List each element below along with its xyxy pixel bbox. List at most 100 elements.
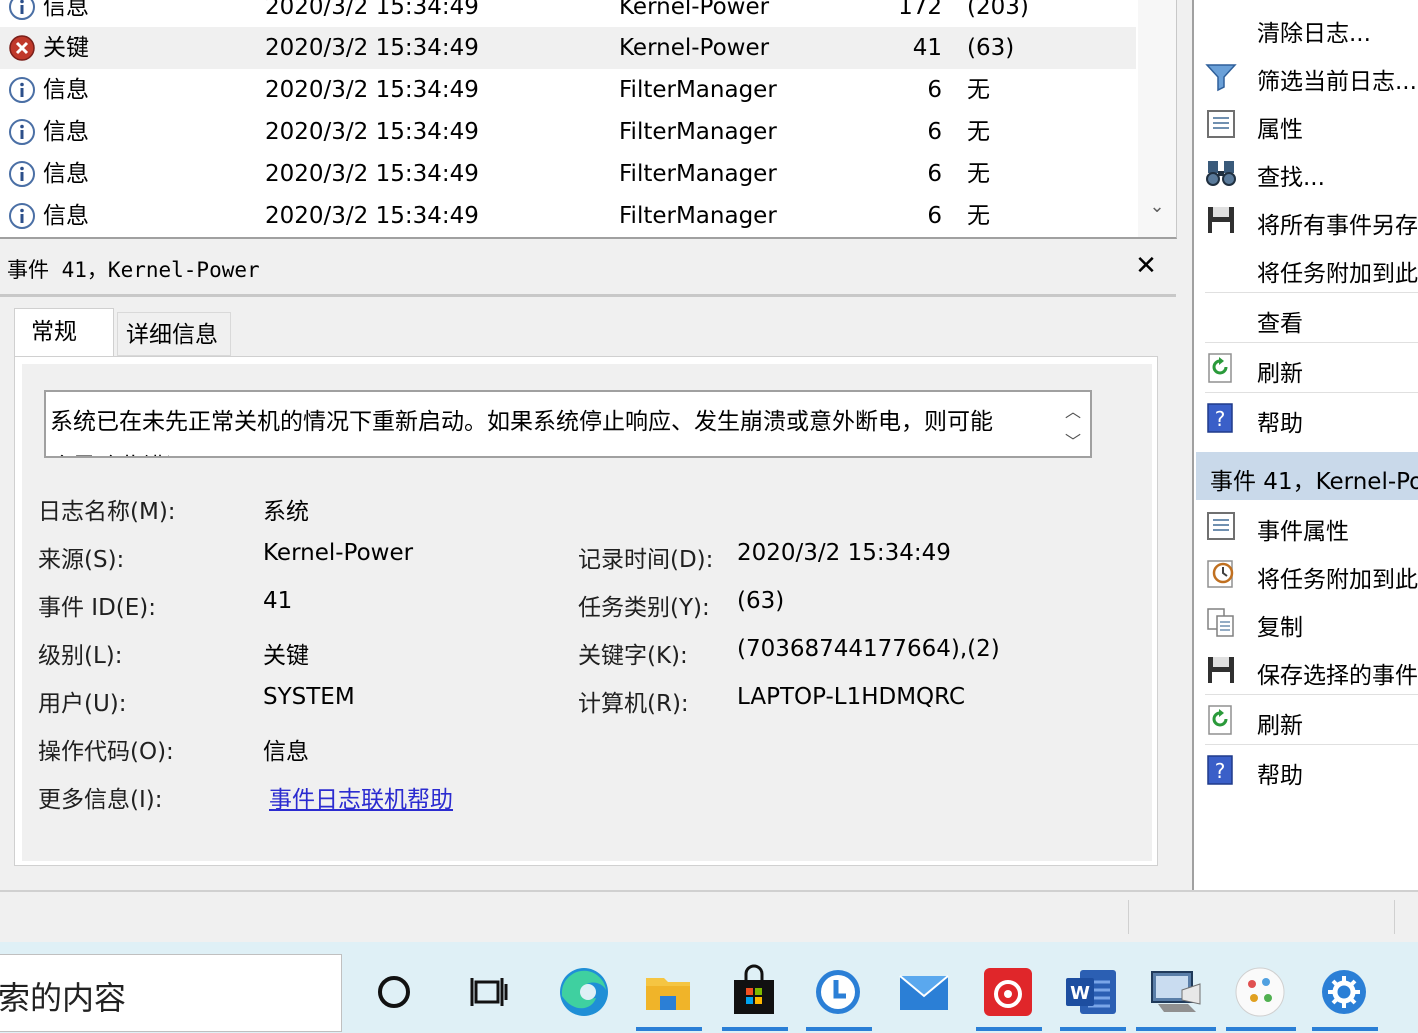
logged-label: 记录时间(D): xyxy=(578,547,714,573)
event-viewer-icon[interactable] xyxy=(1144,960,1208,1024)
event-row[interactable]: 信息 2020/3/2 15:34:49 FilterManager 6 无 xyxy=(0,111,1136,153)
action-label: 刷新 xyxy=(1257,361,1303,387)
action-clear-log[interactable]: 清除日志... xyxy=(1205,4,1418,52)
mail-icon[interactable] xyxy=(892,960,956,1024)
active-indicator xyxy=(1136,1027,1216,1031)
event-task: 无 xyxy=(967,161,990,187)
event-row[interactable]: 信息 2020/3/2 15:34:49 FilterManager 6 无 xyxy=(0,153,1136,195)
event-id-value: 41 xyxy=(263,588,293,614)
active-indicator xyxy=(806,1027,872,1031)
taskbar-search-box[interactable]: 索的内容 xyxy=(0,954,342,1032)
action-attach-task-log[interactable]: 将任务附加到此日志... xyxy=(1205,244,1418,292)
action-save-all[interactable]: 将所有事件另存为... xyxy=(1205,196,1418,244)
user-value: SYSTEM xyxy=(263,684,355,710)
info-icon xyxy=(9,77,35,103)
description-scrollbar[interactable]: ︿ ﹀ xyxy=(1056,392,1090,456)
action-label: 事件属性 xyxy=(1257,519,1349,545)
action-label: 查找... xyxy=(1257,165,1325,191)
binoculars-icon xyxy=(1206,161,1236,186)
chevron-down-icon[interactable]: ﹀ xyxy=(1065,428,1081,452)
status-divider xyxy=(1394,900,1395,934)
action-view[interactable]: 查看 xyxy=(1205,294,1418,342)
event-list-scrollbar[interactable]: ⌄ xyxy=(1138,0,1176,237)
action-label: 查看 xyxy=(1257,311,1303,337)
action-label: 筛选当前日志... xyxy=(1257,69,1417,95)
action-help[interactable]: ? 帮助 xyxy=(1205,394,1418,442)
event-date: 2020/3/2 15:34:49 xyxy=(265,0,479,20)
clock-app-icon[interactable] xyxy=(806,960,870,1024)
opcode-label: 操作代码(O): xyxy=(38,739,174,765)
active-indicator xyxy=(1060,1027,1126,1031)
event-date: 2020/3/2 15:34:49 xyxy=(265,77,479,103)
cortana-icon[interactable] xyxy=(362,960,426,1024)
chevron-up-icon[interactable]: ︿ xyxy=(1065,398,1081,422)
section-title: 事件 41，Kernel-Power xyxy=(1210,469,1418,495)
event-level: 信息 xyxy=(43,77,89,103)
save-icon xyxy=(1208,657,1234,683)
refresh-icon xyxy=(1208,353,1232,383)
action-copy[interactable]: 复制 xyxy=(1205,598,1418,646)
event-id-label: 事件 ID(E): xyxy=(38,595,157,621)
event-list[interactable]: 信息 2020/3/2 15:34:49 Kernel-Power 172 (2… xyxy=(0,0,1177,239)
close-icon[interactable]: ✕ xyxy=(1132,252,1160,280)
action-refresh-event[interactable]: 刷新 xyxy=(1205,696,1418,744)
tab-general[interactable]: 常规 xyxy=(14,308,114,358)
sticker-app-icon[interactable] xyxy=(1228,960,1292,1024)
action-help-event[interactable]: ? 帮助 xyxy=(1205,746,1418,794)
word-icon[interactable]: W xyxy=(1060,960,1124,1024)
info-icon xyxy=(9,161,35,187)
event-id: 41 xyxy=(912,35,942,61)
netease-music-icon[interactable] xyxy=(976,960,1040,1024)
store-icon[interactable] xyxy=(722,960,786,1024)
tab-details[interactable]: 详细信息 xyxy=(117,312,231,356)
action-attach-task-event[interactable]: 将任务附加到此事件... xyxy=(1205,550,1418,598)
source-label: 来源(S): xyxy=(38,547,125,573)
event-date: 2020/3/2 15:34:49 xyxy=(265,35,479,61)
event-row[interactable]: 信息 2020/3/2 15:34:49 FilterManager 6 无 xyxy=(0,195,1136,237)
action-save-selected[interactable]: 保存选择的事件... xyxy=(1205,646,1418,694)
properties-icon xyxy=(1207,110,1235,138)
action-event-properties[interactable]: 事件属性 xyxy=(1205,502,1418,550)
event-row-selected[interactable]: 关键 2020/3/2 15:34:49 Kernel-Power 41 (63… xyxy=(0,27,1136,69)
task-view-icon[interactable] xyxy=(458,960,522,1024)
event-date: 2020/3/2 15:34:49 xyxy=(265,119,479,145)
online-help-link[interactable]: 事件日志联机帮助 xyxy=(269,780,453,814)
edge-icon[interactable] xyxy=(552,960,616,1024)
svg-text:?: ? xyxy=(1215,407,1226,431)
critical-icon xyxy=(9,35,35,61)
scroll-down-icon[interactable]: ⌄ xyxy=(1146,196,1168,218)
active-indicator xyxy=(976,1027,1042,1031)
event-task: (203) xyxy=(967,0,1029,20)
action-properties[interactable]: 属性 xyxy=(1205,100,1418,148)
description-text: 系统已在未先正常关机的情况下重新启动。如果系统停止响应、发生崩溃或意外断电，则可… xyxy=(50,409,993,435)
divider xyxy=(1205,694,1418,695)
event-id: 172 xyxy=(898,0,942,20)
event-actions-section-header[interactable]: 事件 41，Kernel-Power xyxy=(1196,452,1418,500)
file-explorer-icon[interactable] xyxy=(636,960,700,1024)
save-icon xyxy=(1208,207,1234,233)
info-icon xyxy=(9,119,35,145)
description-box[interactable]: 系统已在未先正常关机的情况下重新启动。如果系统停止响应、发生崩溃或意外断电，则可… xyxy=(44,390,1092,458)
computer-value: LAPTOP-L1HDMQRC xyxy=(737,684,966,710)
status-divider xyxy=(1128,900,1129,934)
source-value: Kernel-Power xyxy=(263,540,414,566)
event-source: FilterManager xyxy=(619,119,777,145)
action-refresh[interactable]: 刷新 xyxy=(1205,344,1418,392)
action-find[interactable]: 查找... xyxy=(1205,148,1418,196)
action-filter-log[interactable]: 筛选当前日志... xyxy=(1205,52,1418,100)
event-task: 无 xyxy=(967,77,990,103)
keywords-label: 关键字(K): xyxy=(578,643,688,669)
info-icon xyxy=(9,0,35,20)
pane-splitter[interactable] xyxy=(1180,0,1192,890)
settings-icon[interactable] xyxy=(1312,960,1376,1024)
action-label: 保存选择的事件... xyxy=(1257,663,1418,689)
action-label: 清除日志... xyxy=(1257,21,1371,47)
event-row[interactable]: 信息 2020/3/2 15:34:49 Kernel-Power 172 (2… xyxy=(0,0,1136,28)
divider xyxy=(1205,744,1418,745)
opcode-value: 信息 xyxy=(263,739,309,765)
event-date: 2020/3/2 15:34:49 xyxy=(265,161,479,187)
help-icon: ? xyxy=(1207,755,1233,785)
keywords-value: (70368744177664),(2) xyxy=(737,636,1000,662)
event-row[interactable]: 信息 2020/3/2 15:34:49 FilterManager 6 无 xyxy=(0,69,1136,111)
description-text-cut: 会导致此错误。 xyxy=(50,447,211,456)
